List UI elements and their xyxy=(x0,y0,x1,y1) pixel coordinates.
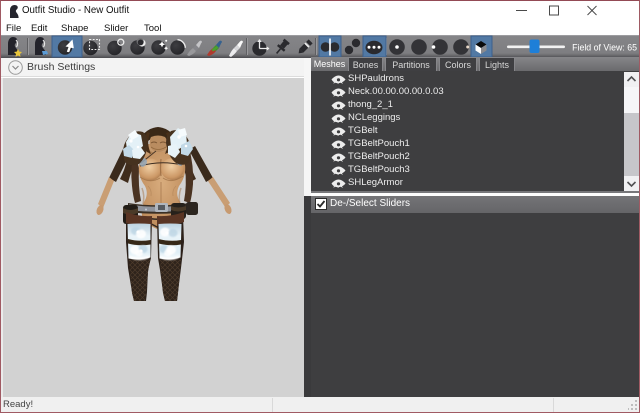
svg-text:Field of View: 65: Field of View: 65 xyxy=(572,43,637,53)
